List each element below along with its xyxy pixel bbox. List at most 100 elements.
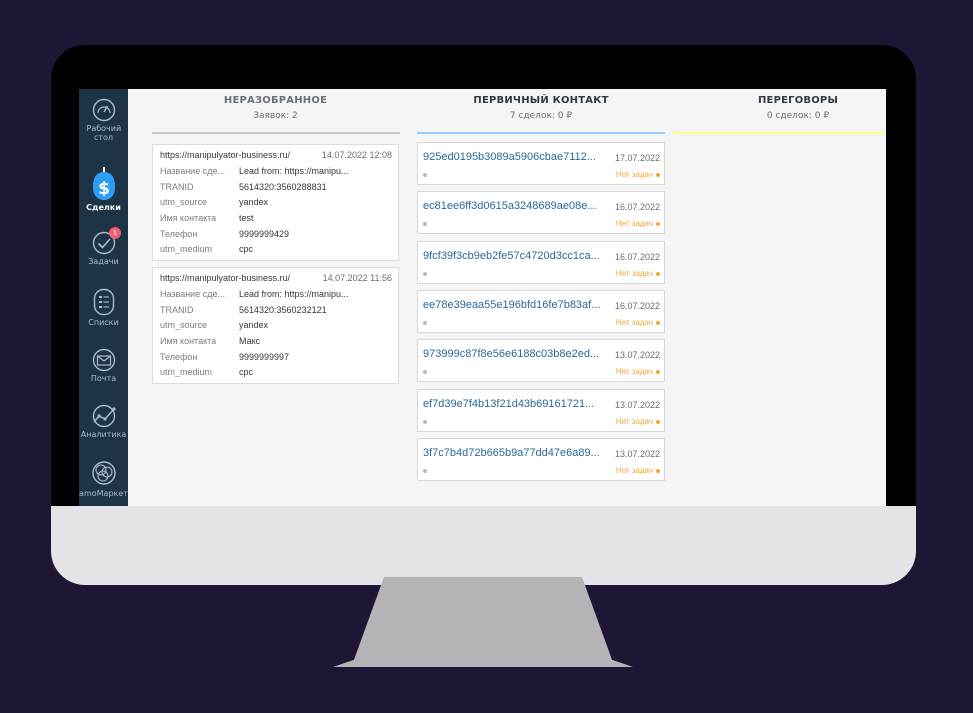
deal-status-dot	[423, 420, 427, 424]
deal-task-status: Нет задач	[616, 170, 660, 179]
deal-task-status: Нет задач	[616, 417, 660, 426]
lead-field-key: TRANID	[160, 305, 194, 315]
sidebar-item-label: Аналитика	[80, 430, 127, 439]
lists-icon	[93, 288, 114, 316]
lead-field-value: Lead from: https://manipu...	[239, 289, 349, 299]
deal-status-dot	[423, 469, 427, 473]
sidebar-item-label: Рабочий стол	[86, 124, 122, 142]
task-dot-icon	[656, 468, 660, 473]
lead-field-value: yandex	[239, 197, 269, 207]
lead-field-key: Имя контакта	[160, 213, 217, 223]
deal-card[interactable]: ef7d39e7f4b13f21d43b69161721... 13.07.20…	[417, 389, 665, 432]
column-title: НЕРАЗОБРАННОЕ	[223, 95, 328, 106]
deal-name-link[interactable]: ee78e39eaa55e196bfd16fe7b83af...	[423, 299, 606, 311]
sidebar-item-label: Задачи	[88, 257, 119, 266]
deal-name-link[interactable]: 3f7c7b4d72b665b9a77dd47e6a89...	[423, 447, 606, 459]
deal-name-link[interactable]: 973999c87f8e56e6188c03b8e2ed...	[423, 348, 606, 360]
lead-field-value: cpc	[239, 244, 254, 254]
deal-task-label: Нет задач	[615, 417, 653, 426]
lead-field-value: 5614320:3560232121	[239, 305, 327, 315]
deal-date: 16.07.2022	[614, 252, 660, 262]
column-title: ПЕРЕГОВОРЫ	[757, 95, 839, 106]
sidebar-item-leads[interactable]: $ Сделки	[79, 167, 128, 212]
task-dot-icon	[656, 369, 660, 374]
sidebar-item-dashboard[interactable]: Рабочий стол	[79, 98, 128, 142]
task-dot-icon	[656, 221, 660, 226]
lead-source: https://manipulyator-business.ru/	[160, 273, 291, 283]
tasks-count-badge: 1	[109, 227, 121, 239]
lead-field-value: yandex	[239, 320, 269, 330]
deal-date: 16.07.2022	[614, 202, 660, 212]
lead-field-key: utm_medium	[160, 244, 213, 254]
deal-date: 17.07.2022	[614, 153, 660, 163]
deal-task-status: Нет задач	[616, 269, 660, 278]
deal-name-link[interactable]: 9fcf39f3cb9eb2fe57c4720d3cc1ca...	[423, 250, 606, 262]
lead-source: https://manipulyator-business.ru/	[160, 150, 291, 160]
lead-field-key: Название сде...	[160, 166, 225, 176]
marketplace-icon	[91, 461, 116, 485]
sidebar-item-label: Почта	[90, 374, 117, 383]
lead-field-value: Макс	[239, 336, 261, 346]
deal-card[interactable]: 973999c87f8e56e6188c03b8e2ed... 13.07.20…	[417, 339, 665, 382]
deal-status-dot	[423, 222, 427, 226]
deal-name-link[interactable]: ec81ee6ff3d0615a3248689ae08e...	[423, 200, 606, 212]
sidebar-item-lists[interactable]: Списки	[79, 288, 128, 327]
sidebar-item-label: Списки	[88, 318, 119, 327]
lead-field-value: test	[239, 213, 254, 223]
column-underline	[417, 132, 665, 134]
lead-field-key: Телефон	[160, 229, 198, 239]
deal-status-dot	[423, 173, 427, 177]
deal-name-link[interactable]: 925ed0195b3089a5906cbae7112...	[423, 151, 606, 163]
sidebar-item-tasks[interactable]: 1 Задачи	[79, 227, 128, 266]
task-dot-icon	[656, 271, 660, 276]
deal-task-status: Нет задач	[616, 318, 660, 327]
deal-task-label: Нет задач	[615, 170, 653, 179]
deal-status-dot	[423, 370, 427, 374]
lead-field-value: 5614320:3560288831	[239, 182, 327, 192]
task-dot-icon	[656, 172, 660, 177]
deal-card[interactable]: ec81ee6ff3d0615a3248689ae08e... 16.07.20…	[417, 191, 665, 234]
leads-dollar-icon: $	[92, 167, 115, 200]
deal-card[interactable]: 925ed0195b3089a5906cbae7112... 17.07.202…	[417, 142, 665, 185]
sidebar-item-label: Сделки	[86, 203, 121, 212]
column-title: ПЕРВИЧНЫЙ КОНТАКТ	[473, 95, 609, 106]
column-header-first-contact[interactable]: ПЕРВИЧНЫЙ КОНТАКТ 7 сделок: 0 ₽	[417, 95, 665, 121]
column-subtitle: Заявок: 2	[253, 111, 298, 121]
deal-date: 13.07.2022	[614, 350, 660, 360]
lead-field-value: 9999999997	[239, 352, 290, 362]
dashboard-gauge-icon	[92, 98, 115, 122]
unsorted-lead-card[interactable]: https://manipulyator-business.ru/ 14.07.…	[152, 267, 399, 384]
column-header-negotiations[interactable]: ПЕРЕГОВОРЫ 0 сделок: 0 ₽	[673, 95, 886, 121]
lead-field-key: Название сде...	[160, 289, 225, 299]
deal-task-label: Нет задач	[615, 367, 653, 376]
task-dot-icon	[656, 320, 660, 325]
mail-icon	[92, 348, 115, 372]
column-underline	[152, 132, 400, 134]
deal-date: 16.07.2022	[614, 301, 660, 311]
lead-field-key: utm_source	[160, 197, 208, 207]
sidebar-item-market[interactable]: amoМаркет	[79, 459, 128, 498]
sidebar-item-analytics[interactable]: Аналитика	[79, 404, 128, 439]
sidebar: Рабочий стол $ Сделки 1 Задачи Списки По…	[79, 89, 128, 506]
deal-name-link[interactable]: ef7d39e7f4b13f21d43b69161721...	[423, 398, 606, 410]
column-header-unsorted[interactable]: НЕРАЗОБРАННОЕ Заявок: 2	[152, 95, 399, 121]
lead-date: 14.07.2022 11:56	[322, 273, 392, 283]
deal-task-status: Нет задач	[616, 466, 660, 475]
lead-field-value: Lead from: https://manipu...	[239, 166, 349, 176]
deal-task-status: Нет задач	[616, 219, 660, 228]
column-subtitle: 7 сделок: 0 ₽	[509, 111, 573, 121]
sidebar-item-mail[interactable]: Почта	[79, 348, 128, 383]
monitor-chin	[51, 506, 916, 585]
deal-task-label: Нет задач	[615, 269, 653, 278]
unsorted-lead-card[interactable]: https://manipulyator-business.ru/ 14.07.…	[152, 144, 399, 261]
lead-field-key: utm_medium	[160, 367, 213, 377]
deal-card[interactable]: 9fcf39f3cb9eb2fe57c4720d3cc1ca... 16.07.…	[417, 241, 665, 284]
deal-status-dot	[423, 272, 427, 276]
pipeline-board: НЕРАЗОБРАННОЕ Заявок: 2 ПЕРВИЧНЫЙ КОНТАК…	[128, 89, 886, 506]
deal-task-status: Нет задач	[616, 367, 660, 376]
task-dot-icon	[656, 419, 660, 424]
deal-card[interactable]: ee78e39eaa55e196bfd16fe7b83af... 16.07.2…	[417, 290, 665, 333]
deal-card[interactable]: 3f7c7b4d72b665b9a77dd47e6a89... 13.07.20…	[417, 438, 665, 481]
column-underline	[673, 132, 886, 134]
lead-field-value: 9999999429	[239, 229, 290, 239]
